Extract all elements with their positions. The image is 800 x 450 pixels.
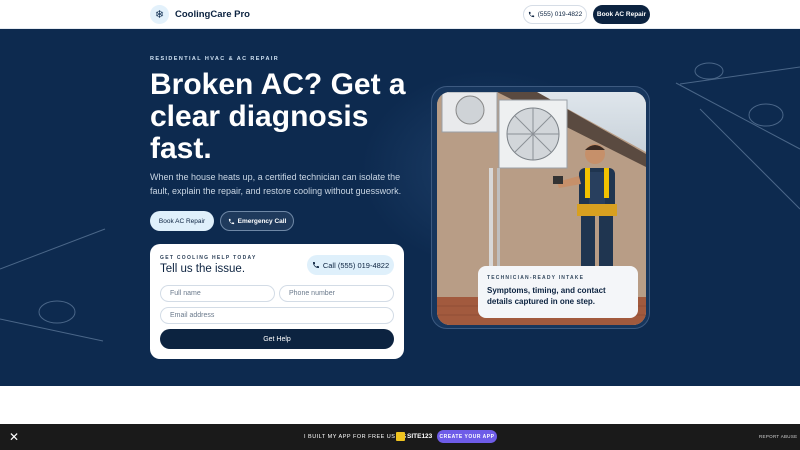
full-name-input[interactable]: Full name <box>160 285 275 302</box>
brand-name: CoolingCare Pro <box>175 9 250 20</box>
intake-eyebrow: TECHNICIAN-READY INTAKE <box>487 275 585 281</box>
brand-logo[interactable]: ❄ CoolingCare Pro <box>150 5 250 24</box>
contact-form-card: GET COOLING HELP TODAY Tell us the issue… <box>150 244 404 359</box>
header-book-button[interactable]: Book AC Repair <box>593 5 650 24</box>
phone-icon <box>528 11 534 18</box>
phone-number-input[interactable]: Phone number <box>279 285 394 302</box>
header-phone-button[interactable]: (555) 019-4822 <box>523 5 587 24</box>
snowflake-icon: ❄ <box>150 5 169 24</box>
create-your-app-button[interactable]: CREATE YOUR APP <box>437 430 497 443</box>
form-call-label: Call (555) 019-4822 <box>322 260 390 270</box>
header-phone-label: (555) 019-4822 <box>537 11 583 18</box>
hero-subtext: When the house heats up, a certified tec… <box>150 172 402 196</box>
phone-icon <box>312 262 319 268</box>
report-abuse-link[interactable]: REPORT ABUSE <box>759 434 797 439</box>
form-title: Tell us the issue. <box>160 263 246 275</box>
form-eyebrow: GET COOLING HELP TODAY <box>160 255 257 261</box>
hero-section: RESIDENTIAL HVAC & AC REPAIR Broken AC? … <box>0 29 800 386</box>
promo-bar: ✕ I BUILT MY APP FOR FREE USING SITE123 … <box>0 424 800 450</box>
site123-label: SITE123 <box>407 433 433 440</box>
hero-eyebrow: RESIDENTIAL HVAC & AC REPAIR <box>150 56 280 62</box>
get-help-button[interactable]: Get Help <box>160 329 394 349</box>
phone-icon <box>228 218 234 224</box>
site123-logo[interactable]: SITE123 <box>396 432 432 441</box>
site-header: ❄ CoolingCare Pro (555) 019-4822 Book AC… <box>0 0 800 29</box>
promo-text: I BUILT MY APP FOR FREE USING <box>304 434 407 440</box>
email-address-input[interactable]: Email address <box>160 307 394 324</box>
form-call-button[interactable]: Call (555) 019-4822 <box>307 255 394 275</box>
site123-box-icon <box>396 432 405 441</box>
hero-book-button[interactable]: Book AC Repair <box>150 211 214 231</box>
intake-card: TECHNICIAN-READY INTAKE Symptoms, timing… <box>478 266 638 318</box>
close-icon[interactable]: ✕ <box>9 430 19 444</box>
emergency-call-button[interactable]: Emergency Call <box>220 211 294 231</box>
intake-text: Symptoms, timing, and contact details ca… <box>487 286 606 306</box>
hero-headline: Broken AC? Get a clear diagnosis fast. <box>150 68 406 165</box>
emergency-call-label: Emergency Call <box>237 217 287 225</box>
